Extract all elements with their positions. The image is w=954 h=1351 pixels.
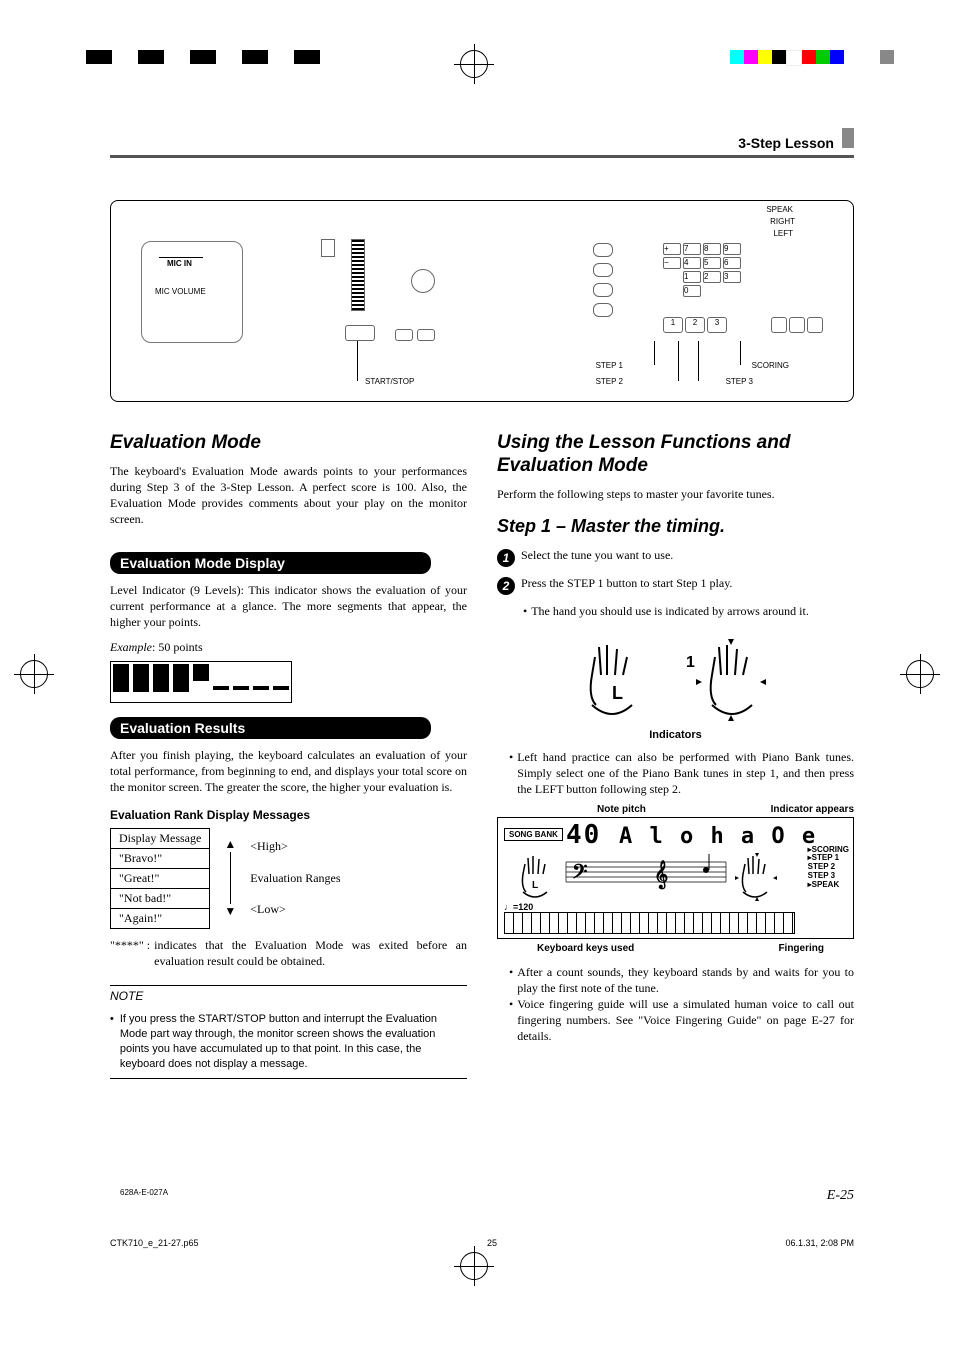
keyboard-panel-diagram: MIC IN MIC VOLUME START/STOP +789 −456 1… [110,200,854,402]
rank-table: Display Message "Bravo!" "Great!" "Not b… [110,828,210,929]
piano-bank-bullet: • Left hand practice can also be perform… [509,749,854,798]
after-count-text: After a count sounds, they keyboard stan… [517,964,854,996]
footer-timestamp: 06.1.31, 2:08 PM [785,1238,854,1248]
step-1-row: 1 Select the tune you want to use. [497,547,854,567]
indicators-caption: Indicators [497,729,854,741]
rank-row-1: "Great!" [111,868,210,888]
lcd-speak: SPEAK [812,880,840,889]
rank-arrow-column: ▲ ▼ [224,837,236,919]
lcd-title: A l o h a O e [619,824,817,849]
up-arrow-icon: ▲ [224,837,236,852]
para-using-intro: Perform the following steps to master yo… [497,486,854,502]
footer-meta-line: CTK710_e_21-27.p65 25 06.1.31, 2:08 PM [110,1238,854,1248]
svg-text:L: L [612,683,623,703]
para-eval-intro: The keyboard's Evaluation Mode awards po… [110,463,467,528]
rank-table-row: Display Message "Bravo!" "Great!" "Not b… [110,828,467,929]
level-indicator-diagram [110,661,292,703]
label-right: RIGHT [770,217,795,226]
label-scoring: SCORING [752,361,789,370]
svg-text:L: L [532,880,538,891]
lcd-title-row: 40 A l o h a O e [566,820,817,850]
svg-text:1: 1 [686,654,695,671]
para-eval-results: After you finish playing, the keyboard c… [110,747,467,796]
lcd-step1: STEP 1 [812,853,839,862]
note-label: NOTE [110,988,467,1004]
bullet-icon: • [110,1012,114,1071]
step-2-row: 2 Press the STEP 1 button to start Step … [497,575,854,595]
caption-keyboard-keys: Keyboard keys used [537,943,634,954]
para-level-indicator: Level Indicator (9 Levels): This indicat… [110,582,467,631]
hands-indicator-diagram: L 1 Indicators [497,635,854,741]
example-line: Example: 50 points [110,640,467,655]
asterisk-symbol: "****" : [110,937,150,969]
footer-page: 25 [487,1238,497,1248]
label-step1: STEP 1 [596,361,623,370]
down-arrow-icon: ▼ [224,904,236,919]
right-column: Using the Lesson Functions and Evaluatio… [497,432,854,1079]
bullet-voice-fingering: • Voice fingering guide will use a simul… [509,996,854,1045]
step-1-text: Select the tune you want to use. [521,547,673,567]
lcd-song-bank: SONG BANK [504,828,563,841]
example-value: : 50 points [152,640,203,654]
step-number-2-icon: 2 [497,577,515,595]
label-eval-ranges: Evaluation Ranges [250,871,340,886]
label-high: <High> [250,839,340,854]
label-low: <Low> [250,902,340,917]
step-2-text: Press the STEP 1 button to start Step 1 … [521,575,732,595]
label-mic-in: MIC IN [167,259,192,268]
lcd-bottom-captions: Keyboard keys used Fingering [497,941,854,954]
svg-text:𝄞: 𝄞 [654,860,668,890]
lcd-num: 40 [566,820,601,850]
lcd-screen-diagram: SONG BANK 40 A l o h a O e ▸SCORING ▸STE… [497,817,854,939]
rank-table-header: Display Message [111,828,210,848]
bullet-icon: • [509,749,513,798]
bullet-icon: • [523,603,527,619]
lcd-step2: STEP 2 [808,862,835,871]
heading-using-lesson: Using the Lesson Functions and Evaluatio… [497,432,854,478]
lcd-step3: STEP 3 [808,871,835,880]
svg-text:𝄢: 𝄢 [572,862,587,888]
subheading-eval-results: Evaluation Results [110,717,431,739]
lcd-top-captions: Note pitch Indicator appears [497,804,854,815]
label-step3: STEP 3 [726,377,753,386]
rank-row-0: "Bravo!" [111,848,210,868]
caption-note-pitch: Note pitch [597,804,646,815]
note-box: NOTE • If you press the START/STOP butto… [110,985,467,1079]
bullet-icon: • [509,964,513,996]
step-2-sub-text: The hand you should use is indicated by … [531,603,809,619]
lcd-scoring: SCORING [812,845,849,854]
subheading-eval-display: Evaluation Mode Display [110,552,431,574]
page-number: E-25 [827,1188,854,1204]
label-step2: STEP 2 [596,377,623,386]
caption-fingering: Fingering [778,943,824,954]
rank-arrow-labels: <High> Evaluation Ranges <Low> [250,839,340,917]
step-number-1-icon: 1 [497,549,515,567]
label-start-stop: START/STOP [365,377,414,386]
piano-bank-text: Left hand practice can also be performed… [517,749,854,798]
heading-evaluation-mode: Evaluation Mode [110,432,467,455]
bullet-icon: • [509,996,513,1045]
asterisk-note: "****" : indicates that the Evaluation M… [110,937,467,969]
header-rule [110,155,854,158]
heading-step1: Step 1 – Master the timing. [497,516,854,537]
label-left: LEFT [773,229,793,238]
asterisk-text: indicates that the Evaluation Mode was e… [154,937,467,969]
lcd-tempo: 120 [518,902,533,912]
left-column: Evaluation Mode The keyboard's Evaluatio… [110,432,467,1079]
example-label: Example [110,640,152,654]
rank-row-3: "Again!" [111,908,210,928]
heading-rank-messages: Evaluation Rank Display Messages [110,808,467,822]
footer-filename: CTK710_e_21-27.p65 [110,1238,199,1248]
voice-fingering-text: Voice fingering guide will use a simulat… [517,996,854,1045]
step-2-sub-bullet: • The hand you should use is indicated b… [523,603,854,619]
rank-row-2: "Not bad!" [111,888,210,908]
note-body: If you press the START/STOP button and i… [120,1012,467,1071]
caption-indicator-appears: Indicator appears [771,804,854,815]
label-mic-volume: MIC VOLUME [155,287,206,296]
registration-mark-bottom [460,1252,488,1280]
label-speak: SPEAK [766,205,793,214]
footer-code: 628A-E-027A [120,1188,168,1197]
bullet-after-count: • After a count sounds, they keyboard st… [509,964,854,996]
